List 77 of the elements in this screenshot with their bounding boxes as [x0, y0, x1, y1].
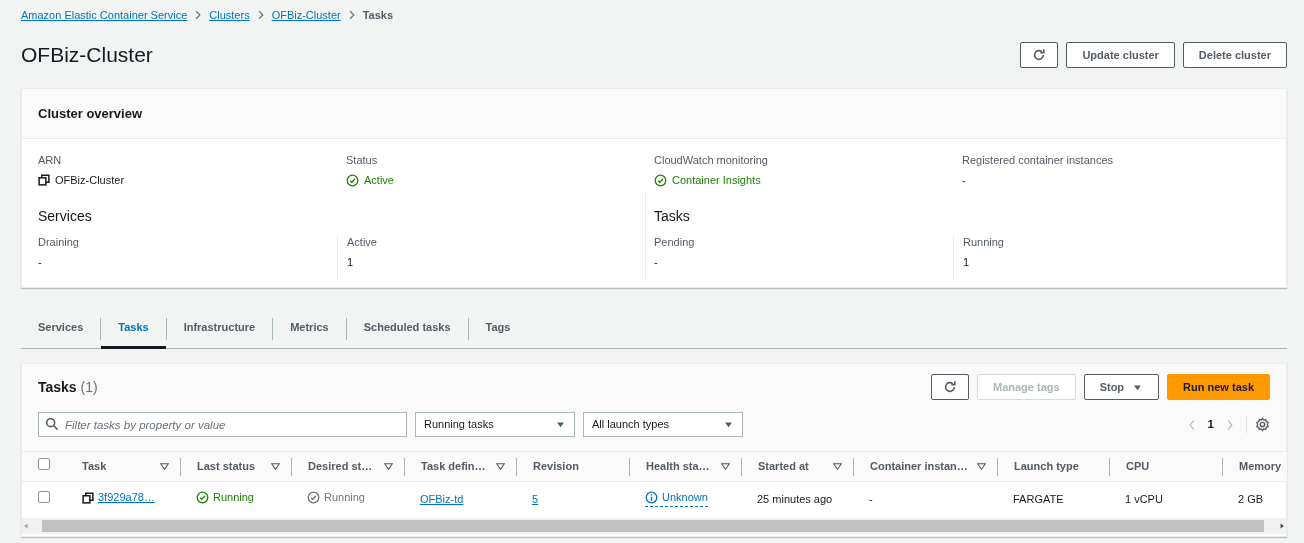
table-cell-text: 2 GB [1238, 491, 1264, 507]
field-value: - [654, 254, 658, 269]
field-label: Draining [38, 234, 80, 249]
table-cell-text: 25 minutes ago [757, 491, 833, 507]
section-title: Tasks [654, 206, 691, 226]
button[interactable]: Delete cluster [1182, 42, 1287, 68]
primary-button[interactable]: Run new task [1167, 374, 1270, 400]
field-label: Status [346, 153, 379, 167]
status-text: Running [213, 490, 254, 506]
dropdown-button[interactable]: Stop [1083, 374, 1160, 400]
search-icon [45, 417, 59, 431]
table-cell-text: 1 vCPU [1125, 491, 1163, 507]
tab[interactable]: Infrastructure [166, 309, 273, 349]
table-cell-text: - [869, 491, 873, 507]
settings-icon[interactable] [1255, 417, 1270, 433]
tab[interactable]: Services [21, 309, 101, 349]
field-label: Active [347, 234, 378, 249]
page-title: OFBiz-Cluster [21, 42, 153, 68]
field-label: Registered container instances [962, 153, 1115, 167]
field-label: Running [963, 234, 1005, 249]
field-value: - [38, 254, 42, 269]
caret-icon [723, 419, 734, 430]
check-circle-icon [196, 490, 209, 504]
copy-icon[interactable] [38, 174, 50, 186]
button[interactable]: Update cluster [1066, 42, 1175, 68]
tab[interactable]: Scheduled tasks [346, 309, 468, 349]
sort-icon[interactable] [383, 461, 394, 472]
field-value: 1 [347, 254, 354, 269]
item-count: (1) [80, 378, 98, 395]
scroll-right-icon[interactable] [1278, 521, 1286, 530]
table-link[interactable]: OFBiz-td [420, 490, 464, 507]
refresh-button[interactable] [931, 374, 969, 400]
search-field[interactable]: Filter tasks by property or value [38, 412, 407, 437]
checkbox[interactable] [38, 490, 50, 503]
info-icon [645, 490, 658, 504]
field-label: ARN [38, 153, 63, 167]
table-link[interactable]: 5 [532, 490, 539, 507]
sort-icon[interactable] [270, 461, 281, 472]
panel-title: Tasks [38, 378, 77, 395]
sort-icon[interactable] [720, 461, 731, 472]
field-value: Container Insights [672, 173, 761, 187]
select-dropdown[interactable]: All launch types [583, 412, 743, 437]
copy-icon[interactable] [82, 491, 94, 504]
field-value: OFBiz-Cluster [55, 173, 125, 187]
check-circle-icon [346, 173, 359, 187]
select-dropdown[interactable]: Running tasks [415, 412, 575, 437]
checkbox[interactable] [38, 458, 50, 471]
check-circle-icon [654, 173, 667, 187]
sort-icon[interactable] [832, 461, 843, 472]
breadcrumb-link[interactable]: Clusters [209, 6, 250, 24]
breadcrumb-link[interactable]: Amazon Elastic Container Service [21, 6, 188, 24]
refresh-icon [1032, 48, 1047, 62]
field-label: CloudWatch monitoring [654, 153, 769, 167]
caret-icon [555, 419, 566, 430]
status-text: Running [324, 490, 365, 506]
tab[interactable]: Tags [468, 309, 528, 349]
section-title: Services [38, 206, 93, 226]
health-status[interactable]: Unknown [645, 489, 708, 507]
field-label: Pending [654, 234, 696, 249]
breadcrumb-link[interactable]: OFBiz-Cluster [271, 6, 341, 24]
card-title: Cluster overview [22, 89, 1286, 139]
table-link[interactable]: 3f929a78… [98, 489, 155, 506]
sort-icon[interactable] [976, 461, 987, 472]
sort-icon[interactable] [495, 461, 506, 472]
tab[interactable]: Metrics [273, 309, 346, 349]
field-value: - [962, 173, 966, 187]
refresh-icon [943, 380, 957, 394]
sort-icon[interactable] [159, 461, 170, 472]
tab[interactable]: Tasks [101, 309, 166, 349]
breadcrumb-current: Tasks [362, 7, 394, 23]
field-value: 1 [963, 254, 970, 269]
page-number[interactable]: 1 [1207, 415, 1214, 434]
horizontal-scrollbar[interactable] [22, 517, 1286, 534]
check-circle-icon [307, 490, 320, 504]
field-value: Active [364, 173, 394, 187]
refresh-button[interactable] [1020, 42, 1059, 68]
table-cell-text: FARGATE [1013, 491, 1064, 507]
